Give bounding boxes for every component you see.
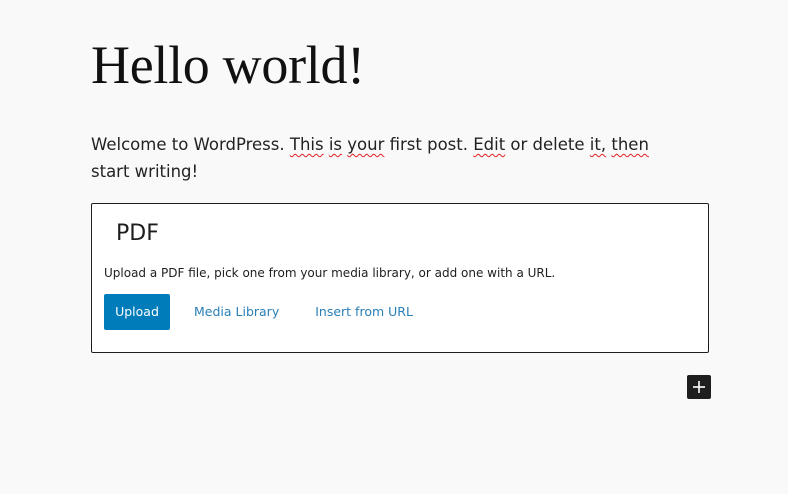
pdf-block-title: PDF — [116, 221, 159, 246]
plus-icon — [693, 381, 705, 393]
misspelled-word: then — [611, 135, 649, 154]
post-title[interactable]: Hello world! — [91, 32, 365, 98]
media-library-button[interactable]: Media Library — [182, 294, 291, 330]
paragraph-text: Welcome to WordPress. — [91, 135, 290, 154]
post-paragraph[interactable]: Welcome to WordPress. This is your first… — [91, 132, 691, 185]
insert-from-url-button[interactable]: Insert from URL — [303, 294, 425, 330]
pdf-block-placeholder[interactable]: PDF Upload a PDF file, pick one from you… — [91, 203, 709, 353]
pdf-block-instructions: Upload a PDF file, pick one from your me… — [104, 266, 556, 280]
paragraph-text: start writing! — [91, 161, 199, 181]
upload-button[interactable]: Upload — [104, 294, 170, 330]
misspelled-word: Edit — [473, 135, 506, 154]
block-inserter-button[interactable] — [687, 375, 711, 399]
misspelled-word: it, — [589, 135, 607, 154]
misspelled-word: your — [347, 135, 385, 154]
pdf-block-actions: Upload Media Library Insert from URL — [104, 294, 425, 330]
pdf-block-header: PDF — [116, 219, 159, 249]
misspelled-word: is — [328, 135, 343, 154]
paragraph-text: or delete — [505, 135, 590, 154]
misspelled-word: This — [289, 135, 324, 154]
paragraph-text: first post. — [384, 135, 474, 154]
